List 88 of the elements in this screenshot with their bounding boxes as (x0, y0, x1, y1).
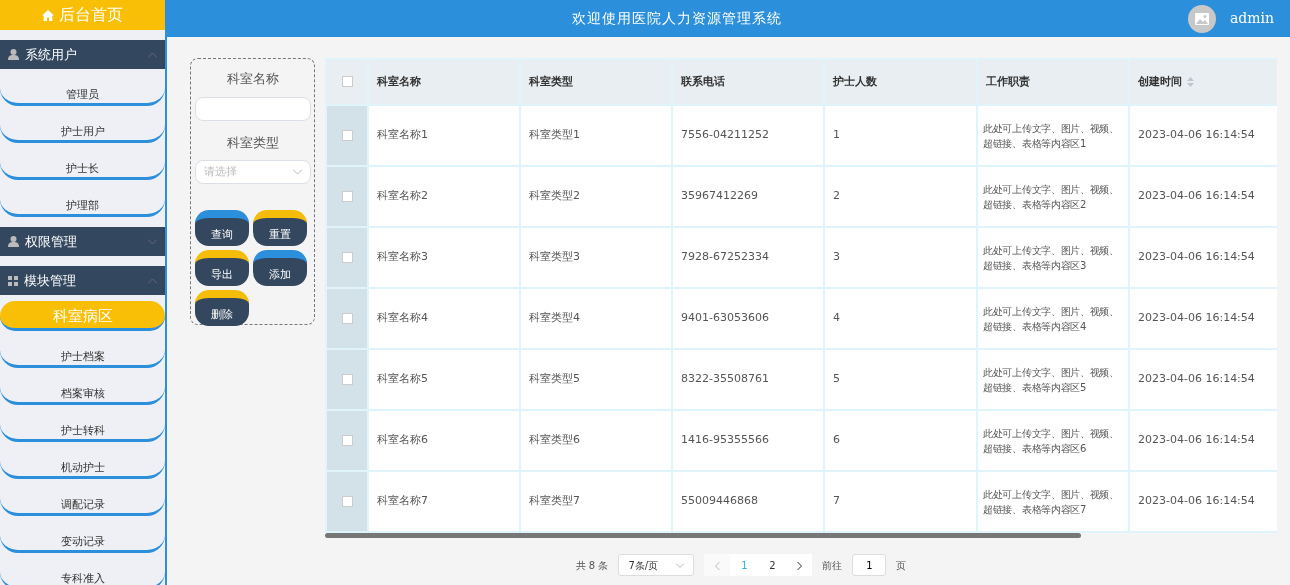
chevron-down-icon (676, 562, 685, 568)
action-button[interactable]: 重置 (253, 210, 307, 246)
chevron-right-icon (796, 561, 802, 570)
sort-icon (1187, 76, 1194, 87)
table-cell: 科室类型5 (529, 372, 580, 386)
next-page-button[interactable] (786, 554, 813, 576)
table-cell: 35967412269 (681, 189, 758, 203)
column-header[interactable]: 创建时间 (1138, 74, 1182, 88)
column-header[interactable]: 科室类型 (529, 74, 573, 88)
row-checkbox[interactable] (341, 312, 353, 324)
text-field[interactable] (195, 96, 311, 121)
table-cell: 2023-04-06 16:14:54 (1138, 250, 1255, 264)
action-button[interactable]: 导出 (195, 250, 249, 286)
table-cell: 科室类型2 (529, 189, 580, 203)
table-cell-text: 此处可上传文字、图片、视频、超链接、表格等内容区6 (983, 426, 1120, 456)
table-cell: 2 (833, 189, 840, 203)
table-cell: 8322-35508761 (681, 372, 769, 386)
row-checkbox[interactable] (341, 251, 353, 263)
table-cell: 3 (833, 250, 840, 264)
row-checkbox[interactable] (341, 373, 353, 385)
page-title: 欢迎使用医院人力资源管理系统 (571, 9, 784, 28)
row-checkbox[interactable] (341, 434, 353, 446)
table-cell: 7928-67252334 (681, 250, 769, 264)
table-cell: 2023-04-06 16:14:54 (1138, 372, 1255, 386)
page-number-field[interactable]: 1 (852, 554, 887, 576)
table-cell: 2023-04-06 16:14:54 (1138, 433, 1255, 447)
table-cell: 科室名称5 (377, 372, 428, 386)
image-icon (1194, 12, 1209, 25)
table-cell: 科室名称2 (377, 189, 428, 203)
row-checkbox[interactable] (341, 190, 353, 202)
table-cell: 科室名称1 (377, 128, 428, 142)
page-size-select[interactable]: 7条/页 (618, 554, 695, 576)
table-cell: 科室名称4 (377, 311, 428, 325)
table-cell-text: 此处可上传文字、图片、视频、超链接、表格等内容区7 (983, 487, 1120, 517)
table-cell: 2023-04-06 16:14:54 (1138, 189, 1255, 203)
column-header[interactable]: 护士人数 (833, 74, 877, 88)
row-checkbox[interactable] (341, 129, 353, 141)
menu-group-header[interactable]: 权限管理 (0, 227, 165, 256)
column-header[interactable]: 科室名称 (377, 74, 421, 88)
menu-group-header[interactable]: 模块管理 (0, 266, 165, 295)
action-button[interactable]: 添加 (253, 250, 307, 286)
chevron-down-icon (293, 169, 302, 175)
table-cell: 55009446868 (681, 494, 758, 508)
select-all-checkbox[interactable] (341, 76, 353, 88)
previous-page-button[interactable] (704, 554, 731, 576)
action-button[interactable]: 删除 (195, 290, 249, 326)
person-icon (8, 236, 19, 247)
select-placeholder: 请选择 (204, 163, 237, 180)
row-checkbox[interactable] (341, 495, 353, 507)
page-button[interactable]: 2 (758, 554, 787, 576)
table-cell: 9401-63053606 (681, 311, 769, 325)
table-cell: 4 (833, 311, 840, 325)
menu-group-header[interactable]: 系统用户 (0, 40, 165, 69)
field-label: 科室类型 (225, 133, 280, 152)
table-cell: 科室类型4 (529, 311, 580, 325)
table-cell: 科室类型1 (529, 128, 580, 142)
table-cell: 2023-04-06 16:14:54 (1138, 128, 1255, 142)
table-cell: 科室名称3 (377, 250, 428, 264)
table-cell-text: 此处可上传文字、图片、视频、超链接、表格等内容区2 (983, 182, 1120, 212)
table-cell: 7 (833, 494, 840, 508)
table-cell: 5 (833, 372, 840, 386)
table-cell: 1416-95355566 (681, 433, 769, 447)
grid-icon (8, 275, 18, 286)
table-cell: 科室类型7 (529, 494, 580, 508)
field-label: 科室名称 (225, 70, 280, 88)
column-header[interactable]: 联系电话 (681, 74, 725, 88)
table-cell: 科室类型6 (529, 433, 580, 447)
goto-label: 前往 (822, 558, 843, 573)
page-size-value: 7条/页 (628, 558, 659, 573)
table-cell-text: 此处可上传文字、图片、视频、超链接、表格等内容区1 (983, 121, 1120, 151)
person-icon (8, 49, 19, 60)
chevron-left-icon (714, 561, 720, 570)
table-cell: 2023-04-06 16:14:54 (1138, 311, 1255, 325)
table-cell: 科室类型3 (529, 250, 580, 264)
table-cell-text: 此处可上传文字、图片、视频、超链接、表格等内容区4 (983, 304, 1120, 334)
table-cell: 2023-04-06 16:14:54 (1138, 494, 1255, 508)
page-suffix: 页 (896, 558, 907, 573)
table-cell: 科室名称7 (377, 494, 428, 508)
table-cell-text: 此处可上传文字、图片、视频、超链接、表格等内容区3 (983, 243, 1120, 273)
home-icon (42, 9, 54, 21)
column-header[interactable]: 工作职责 (986, 74, 1030, 88)
total-count: 共 8 条 (575, 558, 609, 573)
table-cell: 科室名称6 (377, 433, 428, 447)
table-cell: 1 (833, 128, 840, 142)
table-cell: 6 (833, 433, 840, 447)
table-cell: 7556-04211252 (681, 128, 769, 142)
action-button[interactable]: 查询 (195, 210, 249, 246)
table-cell-text: 此处可上传文字、图片、视频、超链接、表格等内容区5 (983, 365, 1120, 395)
